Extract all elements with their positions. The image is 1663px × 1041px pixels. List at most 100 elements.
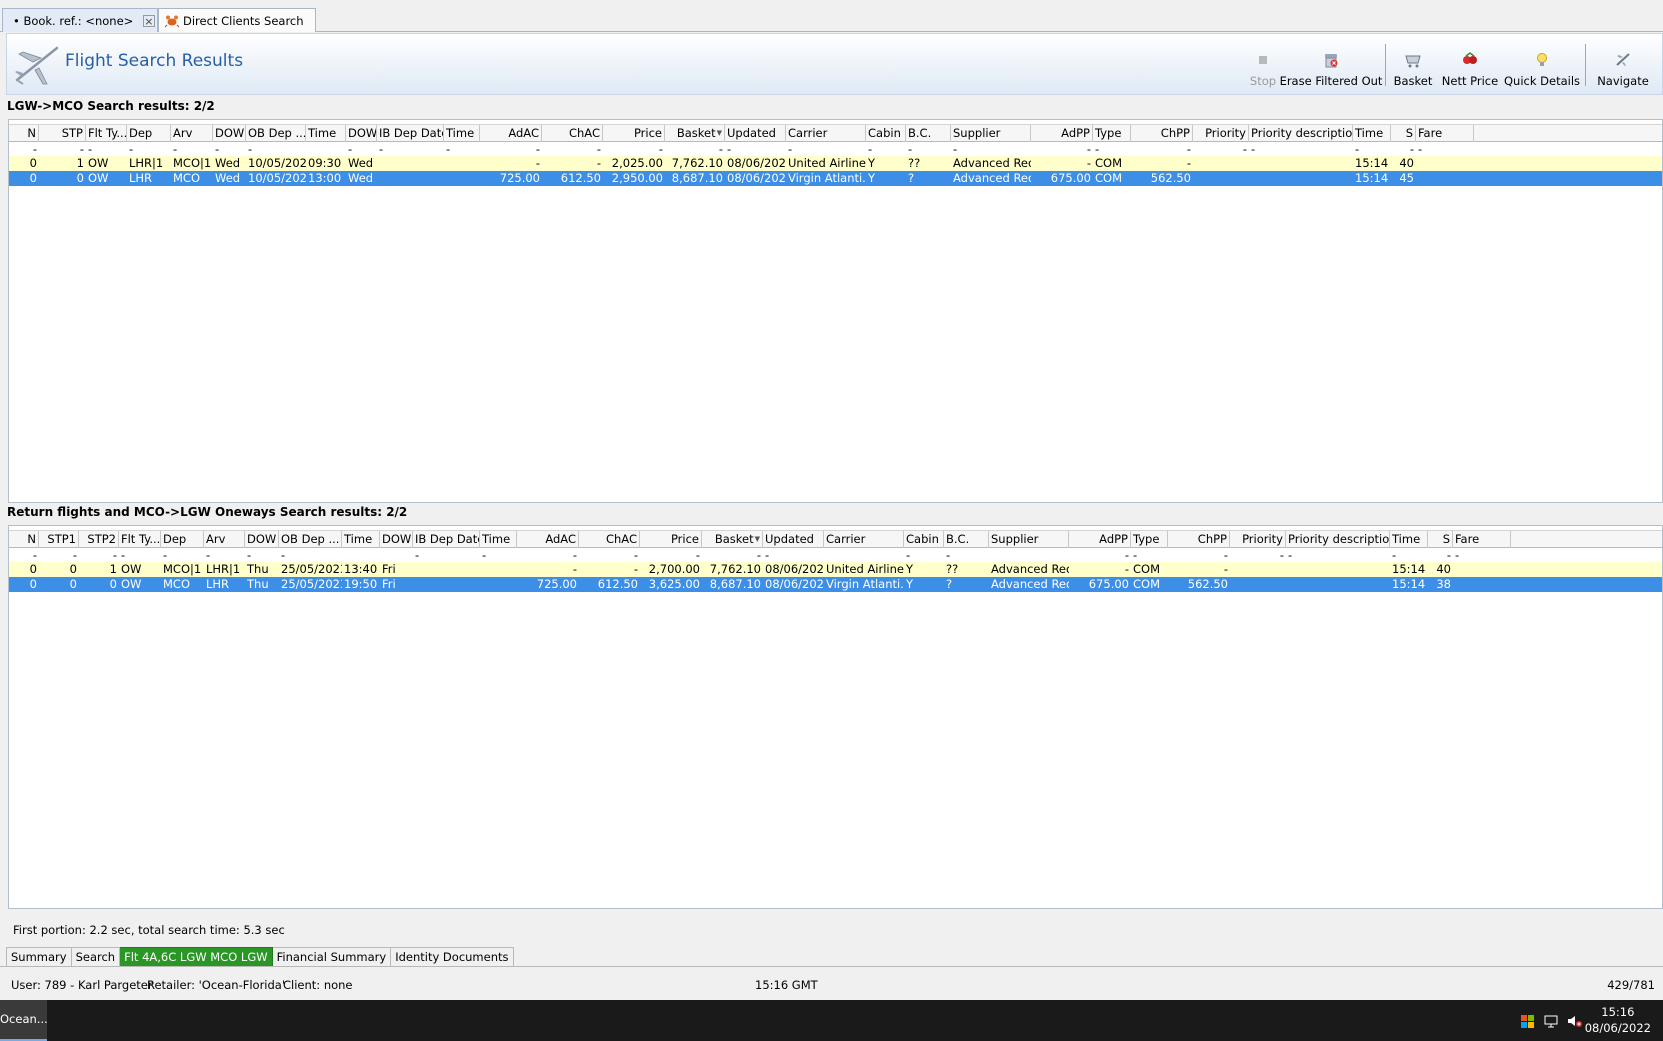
status-counter: 429/781	[1607, 978, 1655, 992]
table-cell	[1416, 156, 1474, 171]
column-header[interactable]: Basket▼	[702, 531, 763, 548]
column-header[interactable]: S	[1428, 531, 1453, 548]
column-header[interactable]: ChAC	[579, 531, 640, 548]
filter-row[interactable]: ---------------------------	[9, 142, 1662, 157]
tab-identity-documents[interactable]: Identity Documents	[391, 947, 514, 967]
column-header[interactable]: Supplier	[951, 125, 1031, 142]
flag-icon[interactable]	[1520, 1013, 1536, 1029]
column-header[interactable]: S	[1391, 125, 1416, 142]
tab-flight-lgw-mco-lgw[interactable]: Flt 4A,6C LGW MCO LGW	[120, 947, 273, 967]
filter-row[interactable]: -------------------------	[9, 548, 1662, 563]
column-header[interactable]: Time	[480, 531, 517, 548]
column-header[interactable]: DOW	[380, 531, 413, 548]
table-row[interactable]: 01OWLHR|1MCO|1Wed10/05/202309:30Wed--2,0…	[9, 156, 1662, 171]
column-header[interactable]: ChAC	[542, 125, 603, 142]
column-header[interactable]: Fare	[1416, 125, 1474, 142]
column-header[interactable]: Fare	[1453, 531, 1511, 548]
tab-summary[interactable]: Summary	[6, 947, 72, 967]
column-header[interactable]: Updated	[763, 531, 824, 548]
column-header[interactable]: Cabin	[866, 125, 906, 142]
column-header[interactable]: Time	[306, 125, 346, 142]
column-header[interactable]: STP2	[79, 531, 119, 548]
table-cell: LHR	[129, 171, 153, 185]
column-header[interactable]: Priority description	[1249, 125, 1353, 142]
navigate-button[interactable]: Navigate	[1592, 34, 1654, 94]
column-header[interactable]: Price	[640, 531, 702, 548]
network-icon[interactable]	[1543, 1013, 1559, 1029]
column-header[interactable]: AdPP	[1031, 125, 1093, 142]
table-cell: -	[88, 142, 93, 156]
navigate-icon	[1616, 53, 1630, 66]
quick-details-button[interactable]: Quick Details	[1504, 34, 1580, 94]
table-row[interactable]: 0 0 OW LHR MCO Wed 10/05/202313:00 Wed 725.00 612…	[9, 171, 1662, 186]
column-header[interactable]: Arv	[204, 531, 245, 548]
column-header[interactable]: Time	[342, 531, 380, 548]
erase-filtered-out-button[interactable]: Erase Filtered Out	[1280, 34, 1382, 94]
return-results-title: Return flights and MCO->LGW Oneways Sear…	[7, 505, 408, 519]
table-cell: -	[215, 142, 220, 156]
taskbar-app-button[interactable]: Ocean...	[0, 1000, 47, 1041]
column-header[interactable]: Priority	[1230, 531, 1286, 548]
table-cell	[342, 548, 380, 563]
column-header[interactable]: Type	[1093, 125, 1131, 142]
stop-button[interactable]: Stop	[1246, 34, 1280, 94]
column-header[interactable]: Supplier	[989, 531, 1069, 548]
column-header[interactable]: AdAC	[517, 531, 579, 548]
column-header[interactable]: Dep	[161, 531, 204, 548]
column-header[interactable]: Type	[1131, 531, 1168, 548]
table-row[interactable]: 0 0 1 OW MCO|1 LHR|1 Thu 25/05/2023 13:40 Fri - -2,…	[9, 562, 1662, 577]
table-row[interactable]: 0 0 0 OW MCO LHR Thu 25/05/2023 19:50 Fri 725.00 61…	[9, 577, 1662, 592]
column-header[interactable]: STP	[39, 125, 86, 142]
column-header[interactable]: AdPP	[1069, 531, 1131, 548]
basket-button[interactable]: Basket	[1390, 34, 1436, 94]
outbound-results-grid[interactable]: N STP Flt Ty... Dep Arv DOW OB Dep ... Time DOW I…	[8, 119, 1663, 503]
table-cell	[306, 142, 346, 157]
column-header[interactable]: IB Dep Date	[377, 125, 444, 142]
column-header[interactable]: B.C.	[906, 125, 951, 142]
column-header[interactable]: Dep	[127, 125, 171, 142]
column-header[interactable]: Time	[444, 125, 480, 142]
column-header[interactable]: IB Dep Date	[413, 531, 480, 548]
tab-booking-ref[interactable]: • Book. ref.: <none> ×	[2, 8, 158, 32]
column-header[interactable]: Updated	[725, 125, 786, 142]
column-header[interactable]: ChPP	[1168, 531, 1230, 548]
return-results-grid[interactable]: N STP1 STP2 Flt Ty... Dep Arv DOW OB Dep ... Tim…	[8, 525, 1663, 909]
column-header[interactable]: Carrier	[786, 125, 866, 142]
table-cell: 08/06/2022	[765, 562, 824, 576]
column-header[interactable]: Basket▼	[665, 125, 725, 142]
column-header[interactable]: OB Dep ...	[246, 125, 306, 142]
status-client: Client: none	[283, 978, 353, 992]
column-header[interactable]: Flt Ty...	[119, 531, 161, 548]
column-header[interactable]: DOW	[213, 125, 246, 142]
column-header[interactable]: N	[9, 125, 39, 142]
column-header[interactable]: Flt Ty...	[86, 125, 127, 142]
column-header[interactable]: STP1	[39, 531, 79, 548]
column-header[interactable]: Price	[603, 125, 665, 142]
tab-direct-clients-search[interactable]: Direct Clients Search	[158, 8, 316, 32]
column-header[interactable]: Arv	[171, 125, 213, 142]
tab-search[interactable]: Search	[71, 947, 121, 967]
table-cell: -	[1133, 548, 1138, 562]
column-header[interactable]: DOW	[346, 125, 377, 142]
column-header[interactable]: Time	[1353, 125, 1391, 142]
basket-icon	[1405, 55, 1421, 68]
taskbar-clock[interactable]: 15:16 08/06/2022	[1585, 1004, 1651, 1036]
column-header[interactable]: ChPP	[1131, 125, 1193, 142]
column-header[interactable]: OB Dep ...	[279, 531, 342, 548]
status-retailer: Retailer: 'Ocean-Florida'	[147, 978, 285, 992]
column-header[interactable]: Carrier	[824, 531, 904, 548]
column-header[interactable]: Priority description	[1286, 531, 1390, 548]
column-header[interactable]: B.C.	[944, 531, 989, 548]
column-header[interactable]: DOW	[245, 531, 279, 548]
column-header[interactable]: AdAC	[480, 125, 542, 142]
column-header[interactable]: Time	[1390, 531, 1428, 548]
column-header[interactable]: Priority	[1193, 125, 1249, 142]
column-header[interactable]: N	[9, 531, 39, 548]
close-icon[interactable]: ×	[143, 14, 155, 27]
volume-muted-icon[interactable]	[1566, 1013, 1582, 1029]
table-cell: -	[173, 142, 178, 156]
nett-price-button[interactable]: Nett Price	[1440, 34, 1500, 94]
column-header[interactable]: Cabin	[904, 531, 944, 548]
tab-financial-summary[interactable]: Financial Summary	[272, 947, 392, 967]
table-cell: United Airlines	[826, 562, 904, 576]
